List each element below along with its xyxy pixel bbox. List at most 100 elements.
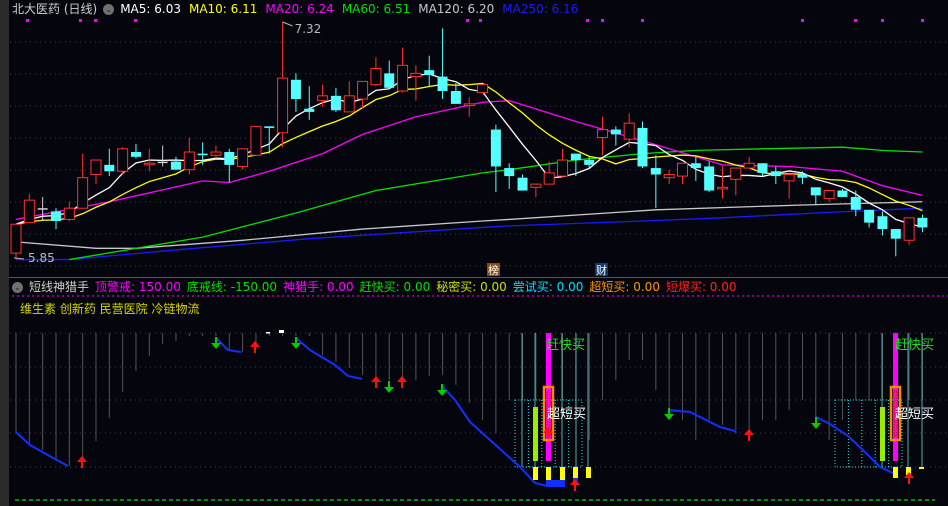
low-price-label: 5.85 [28, 251, 55, 265]
up-arrow-icon [397, 376, 407, 388]
candle [837, 188, 848, 197]
candle [797, 171, 808, 185]
hunter-line [215, 337, 242, 353]
candle-body [10, 223, 22, 254]
candle [237, 148, 249, 170]
candle [917, 214, 928, 233]
candle [450, 82, 461, 104]
candle-body [410, 72, 422, 78]
candle-body [357, 80, 369, 100]
candle [490, 124, 501, 193]
candle-body [917, 217, 928, 228]
up-arrow-icon [250, 341, 260, 353]
candle-body [477, 84, 489, 94]
candle-body [663, 173, 675, 179]
candle [290, 73, 301, 112]
candle-body [277, 77, 289, 134]
arrow-head [250, 341, 260, 347]
candle-body [704, 166, 715, 191]
arrow-head [371, 376, 381, 382]
arrow-head [211, 343, 221, 349]
candle-body [903, 217, 915, 241]
high-pointer [282, 21, 293, 27]
arrow-head [570, 479, 580, 485]
candle [610, 126, 621, 146]
candle-body [877, 216, 888, 230]
arrow-shaft [748, 435, 750, 441]
candle-body [23, 199, 35, 224]
arrow-head [397, 376, 407, 382]
arrow-shaft [441, 384, 443, 390]
indicator-values: 顶警戒: 150.00 底戒线: -150.00 神猎手: 0.00 赶快买: 0.0… [95, 279, 737, 295]
arrow-head [77, 456, 87, 462]
collapse-chevron-icon[interactable]: ⌄ [12, 281, 23, 293]
candle-body [490, 129, 501, 167]
candle-body [757, 163, 768, 173]
candle-body [424, 70, 435, 75]
candle-body [117, 148, 129, 172]
candle-body [63, 207, 75, 220]
candle-body [730, 167, 742, 180]
candle-body [437, 76, 448, 92]
candle [730, 167, 742, 196]
candle [890, 229, 901, 257]
candle-body [890, 229, 901, 239]
candle-body [743, 162, 755, 169]
candle-body [224, 152, 235, 165]
signal-bar [533, 407, 538, 461]
down-arrow-icon [437, 384, 447, 396]
candle-body [317, 95, 329, 102]
candle [10, 223, 22, 258]
arrow-shaft [375, 382, 377, 388]
event-marker [881, 19, 884, 22]
price-chart: 7.32 5.85 榜 财 [10, 19, 948, 501]
candle-body [543, 172, 555, 185]
candle-body [810, 187, 821, 196]
up-arrow-icon [77, 456, 87, 468]
candle [716, 166, 728, 199]
panel-divider[interactable] [9, 277, 948, 278]
candle-body [597, 129, 609, 139]
candle [117, 147, 129, 175]
indicator-legend-item: 短爆买: 0.00 [665, 280, 737, 294]
ma120-line [15, 201, 923, 249]
arrow-shaft [815, 417, 817, 423]
event-marker [26, 19, 29, 22]
candle [304, 86, 315, 120]
indicator-legend-item: 神猎手: 0.00 [283, 280, 354, 294]
indicator-legend-item: 顶警戒: 150.00 [95, 280, 181, 294]
up-arrow-icon [371, 376, 381, 388]
event-marker [79, 19, 82, 22]
candle [330, 87, 341, 112]
candle [557, 148, 569, 178]
indicator-legend-item: 赶快买: 0.00 [359, 280, 431, 294]
candle-body [343, 95, 355, 113]
marker [266, 332, 270, 334]
candle-body [716, 186, 728, 190]
arrow-shaft [295, 337, 297, 343]
candle [410, 65, 422, 101]
candle [384, 60, 395, 90]
candle-body [610, 129, 621, 135]
candle-body [250, 125, 262, 156]
candle [170, 156, 181, 170]
volume-signal-bar [533, 467, 538, 480]
candle [357, 80, 369, 109]
candle [517, 174, 528, 191]
high-price-label: 7.32 [295, 22, 322, 36]
candle [477, 84, 489, 94]
candle-body [450, 91, 461, 104]
short-buy-signal-label: 超短买 [895, 407, 935, 422]
event-marker [921, 19, 924, 22]
event-marker [641, 19, 644, 22]
arrow-head [437, 390, 447, 396]
low-pointer [13, 257, 25, 260]
candle-body [797, 174, 808, 178]
candle-body [837, 190, 848, 197]
event-marker [466, 19, 469, 22]
candle-body [304, 108, 315, 112]
candle-body [37, 208, 48, 210]
candle-body [690, 163, 701, 169]
indicator-legend-item: 尝试买: 0.00 [512, 280, 584, 294]
candle-body [530, 183, 542, 188]
